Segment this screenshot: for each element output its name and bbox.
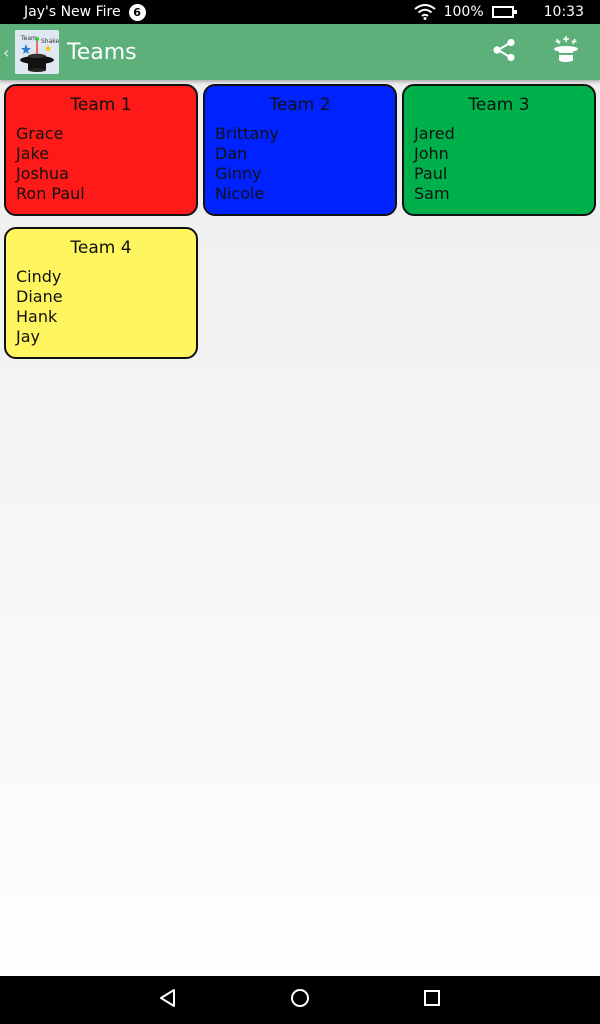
- shuffle-teams-button[interactable]: [550, 36, 582, 68]
- team-member: Hank: [16, 307, 58, 326]
- back-button[interactable]: [148, 980, 188, 1020]
- team-name: Team 2: [269, 95, 331, 115]
- team-name: Team 1: [70, 95, 132, 115]
- share-button[interactable]: [488, 36, 520, 68]
- team-member: Ron Paul: [16, 184, 85, 203]
- wifi-icon: [413, 4, 436, 20]
- team-member: Dan: [215, 144, 248, 163]
- status-bar: Jay's New Fire 6 100% 10:33: [0, 0, 600, 24]
- team-member: John: [414, 144, 449, 163]
- app-logo[interactable]: Team Shake: [15, 30, 59, 74]
- team-card-1[interactable]: Team 1 Grace Jake Joshua Ron Paul: [4, 84, 198, 216]
- team-member: Joshua: [16, 164, 69, 183]
- magic-hat-shuffle-icon: [551, 35, 581, 69]
- device-name: Jay's New Fire: [24, 4, 121, 20]
- team-member: Nicole: [215, 184, 265, 203]
- team-name: Team 4: [70, 238, 132, 258]
- home-icon: [290, 988, 310, 1012]
- back-icon: [158, 988, 178, 1012]
- team-member: Brittany: [215, 124, 279, 143]
- team-member: Cindy: [16, 267, 62, 286]
- battery-percent: 100%: [443, 4, 484, 20]
- team-member: Jared: [414, 124, 455, 143]
- team-member: Diane: [16, 287, 63, 306]
- battery-icon: [491, 6, 517, 18]
- navigation-bar: [0, 976, 600, 1024]
- team-member: Grace: [16, 124, 64, 143]
- svg-text:Shake: Shake: [41, 38, 59, 45]
- app-bar: ‹ Team Shake Teams: [0, 24, 600, 80]
- up-chevron-icon[interactable]: ‹: [3, 43, 15, 62]
- page-title: Teams: [67, 39, 137, 65]
- team-card-3[interactable]: Team 3 Jared John Paul Sam: [402, 84, 596, 216]
- team-member: Ginny: [215, 164, 262, 183]
- team-card-2[interactable]: Team 2 Brittany Dan Ginny Nicole: [203, 84, 397, 216]
- clock: 10:33: [543, 4, 584, 20]
- team-name: Team 3: [468, 95, 530, 115]
- team-member: Sam: [414, 184, 450, 203]
- share-icon: [491, 37, 517, 67]
- team-card-4[interactable]: Team 4 Cindy Diane Hank Jay: [4, 227, 198, 359]
- team-member: Jay: [16, 327, 40, 346]
- team-member: Jake: [16, 144, 50, 163]
- recents-button[interactable]: [412, 980, 452, 1020]
- team-member: Paul: [414, 164, 448, 183]
- app-bar-actions: [488, 36, 582, 68]
- status-left: Jay's New Fire 6: [24, 3, 146, 21]
- recents-icon: [423, 989, 441, 1011]
- home-button[interactable]: [280, 980, 320, 1020]
- status-right: 100% 10:33: [413, 4, 590, 20]
- svg-text:Team: Team: [20, 35, 37, 42]
- notification-badge: 6: [128, 3, 146, 21]
